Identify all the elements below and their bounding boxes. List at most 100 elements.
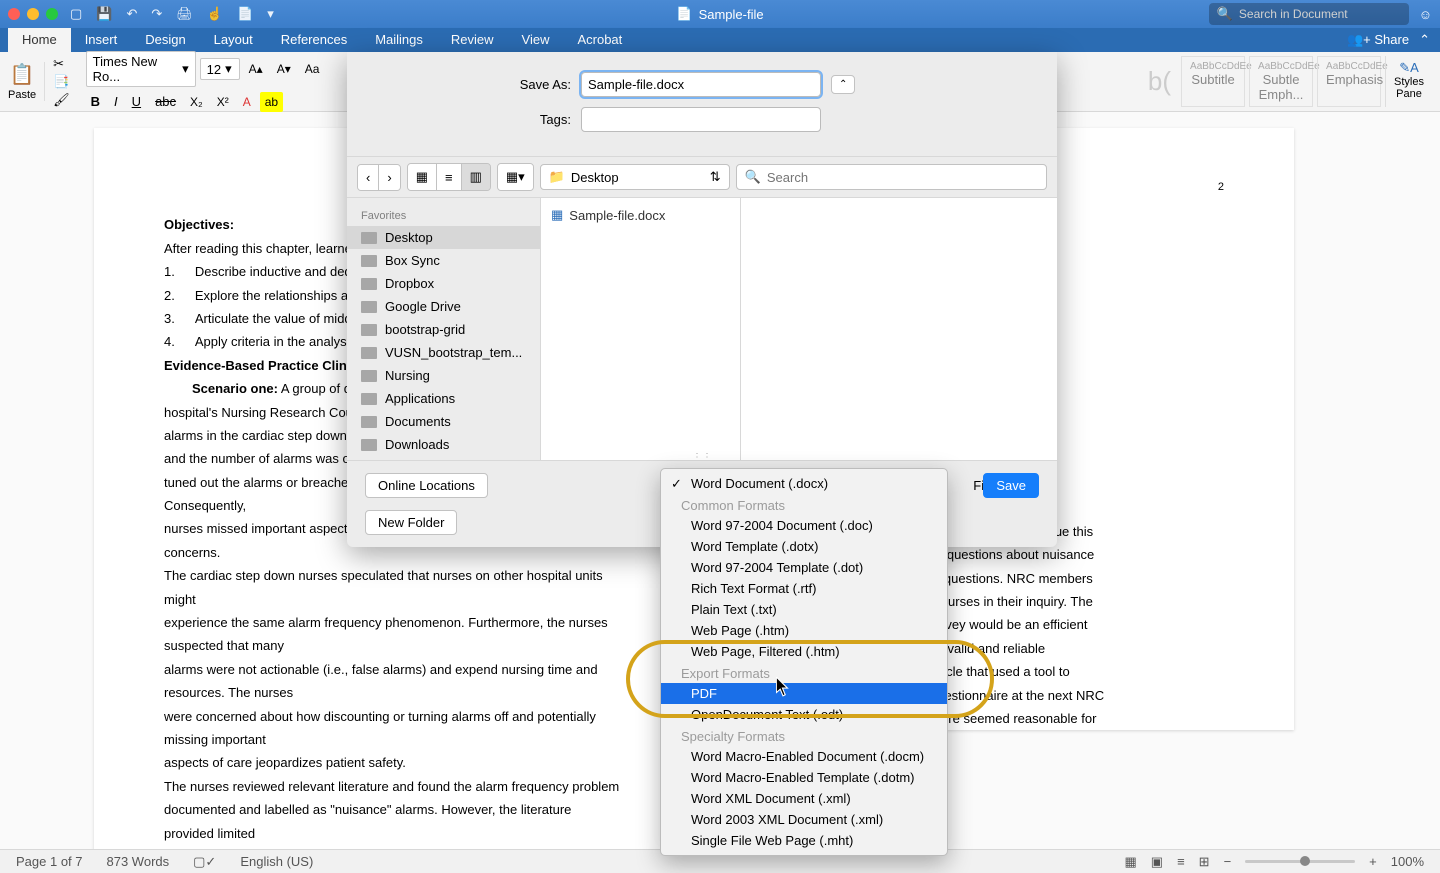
tab-review[interactable]: Review [437, 28, 508, 52]
nav-back-button[interactable]: ‹ [358, 165, 379, 190]
share-button[interactable]: 👥+ Share [1347, 32, 1409, 48]
highlight-button[interactable]: ab [260, 92, 283, 112]
format-option[interactable]: Word 2003 XML Document (.xml) [661, 809, 947, 830]
tab-design[interactable]: Design [131, 28, 199, 52]
favorites-item[interactable]: Documents [347, 410, 540, 433]
finder-search[interactable]: 🔍 [736, 164, 1047, 190]
format-option[interactable]: Rich Text Format (.rtf) [661, 578, 947, 599]
dropdown-icon[interactable]: ▾ [267, 6, 274, 22]
collapse-dialog-button[interactable]: ⌃ [831, 75, 855, 94]
tab-layout[interactable]: Layout [200, 28, 267, 52]
nav-forward-button[interactable]: › [379, 165, 399, 190]
format-option[interactable]: Web Page, Filtered (.htm) [661, 641, 947, 662]
minimize-window-button[interactable] [27, 8, 39, 20]
format-option[interactable]: Word 97-2004 Template (.dot) [661, 557, 947, 578]
new-folder-button[interactable]: New Folder [365, 510, 457, 535]
autosave-icon[interactable]: ▢ [70, 6, 82, 22]
cut-icon[interactable]: ✂ [53, 56, 70, 72]
collapse-ribbon-icon[interactable]: ⌃ [1419, 32, 1430, 48]
style-subtitle[interactable]: AaBbCcDdEeSubtitle [1181, 56, 1245, 107]
touch-icon[interactable]: ☝ [207, 6, 223, 22]
view-focus-icon[interactable]: ▣ [1151, 854, 1163, 870]
print-icon[interactable]: 🖨 [176, 6, 193, 22]
zoom-window-button[interactable] [46, 8, 58, 20]
view-icons-button[interactable]: ▦ [408, 164, 437, 190]
style-subtle-emphasis[interactable]: AaBbCcDdEeSubtle Emph... [1249, 56, 1313, 107]
tab-mailings[interactable]: Mailings [361, 28, 437, 52]
tags-input[interactable] [581, 107, 821, 132]
format-option[interactable]: Word 97-2004 Document (.doc) [661, 515, 947, 536]
search-input[interactable] [1239, 7, 1401, 21]
view-print-icon[interactable]: ▦ [1124, 854, 1136, 870]
favorites-item[interactable]: Dropbox [347, 272, 540, 295]
favorites-item[interactable]: Nursing [347, 364, 540, 387]
save-icon[interactable]: 💾 [96, 6, 112, 22]
tab-view[interactable]: View [508, 28, 564, 52]
format-option[interactable]: Plain Text (.txt) [661, 599, 947, 620]
format-option[interactable]: Single File Web Page (.mht) [661, 830, 947, 851]
view-outline-icon[interactable]: ⊞ [1199, 854, 1210, 870]
save-as-input[interactable] [581, 72, 821, 97]
format-option-current[interactable]: Word Document (.docx) [661, 473, 947, 494]
file-item[interactable]: ▦ Sample-file.docx [541, 204, 740, 226]
favorites-item[interactable]: VUSN_bootstrap_tem... [347, 341, 540, 364]
format-option[interactable]: Word Template (.dotx) [661, 536, 947, 557]
zoom-level[interactable]: 100% [1391, 854, 1424, 869]
view-columns-button[interactable]: ▥ [462, 164, 490, 190]
language-status[interactable]: English (US) [240, 854, 313, 869]
tab-acrobat[interactable]: Acrobat [563, 28, 636, 52]
format-option[interactable]: Word XML Document (.xml) [661, 788, 947, 809]
spellcheck-icon[interactable]: ▢✓ [193, 854, 216, 870]
underline-button[interactable]: U [127, 91, 146, 112]
subscript-button[interactable]: X₂ [185, 92, 208, 112]
view-list-button[interactable]: ≡ [437, 164, 462, 190]
style-emphasis[interactable]: AaBbCcDdEeEmphasis [1317, 56, 1381, 107]
page-status[interactable]: Page 1 of 7 [16, 854, 83, 869]
increase-font-icon[interactable]: A▴ [244, 59, 268, 79]
redo-icon[interactable]: ↷ [151, 6, 162, 22]
format-option[interactable]: Word Macro-Enabled Document (.docm) [661, 746, 947, 767]
paste-icon[interactable]: 📋 [10, 62, 35, 87]
format-option[interactable]: Web Page (.htm) [661, 620, 947, 641]
favorites-item[interactable]: Box Sync [347, 249, 540, 272]
user-account-icon[interactable]: ☺ [1419, 7, 1432, 22]
bold-button[interactable]: B [86, 91, 105, 112]
copy-icon[interactable]: 📑 [53, 74, 70, 90]
zoom-slider[interactable] [1245, 860, 1355, 863]
search-in-document[interactable]: 🔍 [1209, 3, 1409, 25]
format-option[interactable]: Word Macro-Enabled Template (.dotm) [661, 767, 947, 788]
zoom-out-button[interactable]: − [1224, 854, 1232, 869]
finder-search-input[interactable] [767, 170, 1038, 185]
format-option[interactable]: PDF [661, 683, 947, 704]
font-size-combo[interactable]: 12▾ [200, 58, 240, 80]
favorites-item[interactable]: bootstrap-grid [347, 318, 540, 341]
folder-icon [361, 393, 377, 405]
view-web-icon[interactable]: ≡ [1177, 854, 1185, 869]
favorites-item[interactable]: Desktop [347, 226, 540, 249]
font-color-button[interactable]: A [238, 92, 256, 112]
tab-insert[interactable]: Insert [71, 28, 132, 52]
word-count[interactable]: 873 Words [107, 854, 170, 869]
decrease-font-icon[interactable]: A▾ [272, 59, 296, 79]
tab-references[interactable]: References [267, 28, 361, 52]
italic-button[interactable]: I [109, 91, 123, 112]
location-combo[interactable]: 📁 Desktop ⇅ [540, 164, 730, 190]
group-button[interactable]: ▦▾ [498, 164, 533, 190]
favorites-item[interactable]: Downloads [347, 433, 540, 456]
favorites-item[interactable]: Applications [347, 387, 540, 410]
superscript-button[interactable]: X² [212, 92, 234, 112]
tab-home[interactable]: Home [8, 28, 71, 52]
change-case-icon[interactable]: Aa [300, 59, 325, 79]
format-option[interactable]: OpenDocument Text (.odt) [661, 704, 947, 725]
strikethrough-button[interactable]: abc [150, 91, 181, 112]
close-window-button[interactable] [8, 8, 20, 20]
save-button[interactable]: Save [983, 473, 1039, 498]
format-painter-icon[interactable]: 🖌 [53, 92, 70, 108]
favorites-item[interactable]: Google Drive [347, 295, 540, 318]
new-doc-icon[interactable]: 📄 [237, 6, 253, 22]
styles-pane-button[interactable]: ✎A Styles Pane [1385, 56, 1432, 107]
zoom-in-button[interactable]: + [1369, 854, 1377, 869]
online-locations-button[interactable]: Online Locations [365, 473, 488, 498]
undo-icon[interactable]: ↶ [126, 6, 137, 22]
font-name-combo[interactable]: Times New Ro...▾ [86, 51, 196, 87]
